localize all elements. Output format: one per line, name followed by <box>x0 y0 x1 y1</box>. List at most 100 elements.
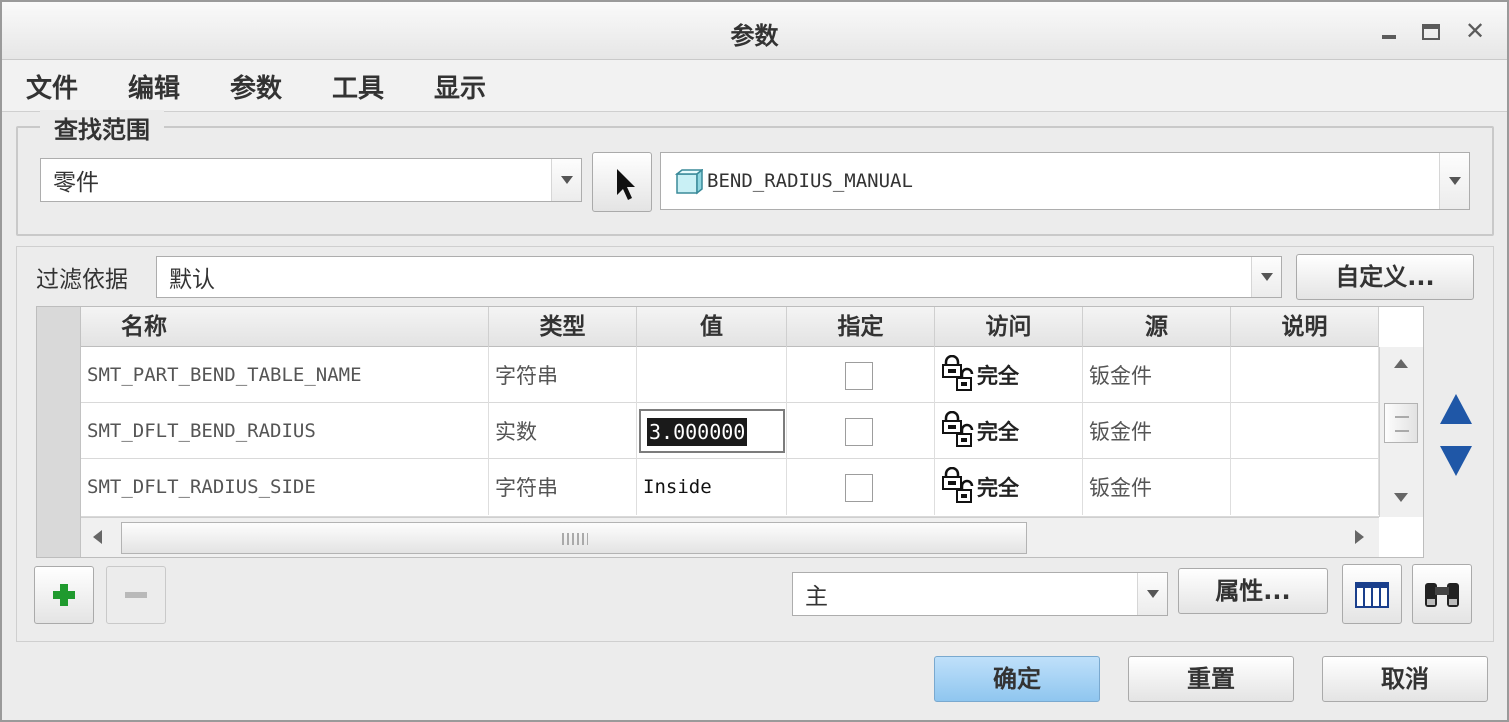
search-button[interactable] <box>1412 564 1472 624</box>
cell-description[interactable] <box>1231 403 1379 459</box>
window-title: 参数 <box>730 22 779 50</box>
scroll-up-icon[interactable] <box>1394 359 1408 368</box>
param-name: SMT_DFLT_BEND_RADIUS <box>87 420 316 442</box>
cell-name[interactable]: SMT_DFLT_RADIUS_SIDE <box>81 459 489 515</box>
scroll-left-icon[interactable] <box>93 530 102 544</box>
model-value: BEND_RADIUS_MANUAL <box>707 170 913 192</box>
table-columns-icon <box>1355 582 1389 608</box>
vertical-scroll-thumb[interactable] <box>1384 403 1418 443</box>
lock-icon <box>942 411 974 447</box>
table-row[interactable]: SMT_DFLT_RADIUS_SIDE 字符串 Inside 完全 钣金件 <box>81 459 1379 517</box>
column-header-source[interactable]: 源 <box>1083 307 1231 347</box>
table-row[interactable]: SMT_PART_BEND_TABLE_NAME 字符串 完全 钣金件 <box>81 347 1379 403</box>
cell-designate <box>787 347 935 403</box>
column-header-designate[interactable]: 指定 <box>787 307 935 347</box>
cell-access: 完全 <box>935 347 1083 403</box>
chevron-down-icon <box>1439 153 1469 209</box>
cell-value[interactable]: 3.000000 <box>637 403 787 459</box>
cell-source: 钣金件 <box>1083 403 1231 459</box>
close-button[interactable]: ✕ <box>1460 16 1490 46</box>
cell-designate <box>787 403 935 459</box>
column-header-access[interactable]: 访问 <box>935 307 1083 347</box>
ok-button[interactable]: 确定 <box>934 656 1100 702</box>
column-header-type[interactable]: 类型 <box>489 307 637 347</box>
horizontal-scroll-thumb[interactable] <box>121 522 1027 554</box>
menu-parameters[interactable]: 参数 <box>230 68 282 105</box>
value-selected-text: 3.000000 <box>647 418 748 446</box>
select-pointer-button[interactable] <box>592 152 652 212</box>
move-up-arrow-icon[interactable] <box>1440 394 1472 424</box>
scroll-right-icon[interactable] <box>1355 530 1364 544</box>
scope-value: 零件 <box>53 170 99 196</box>
chevron-down-icon <box>1137 573 1167 615</box>
maximize-icon <box>1422 24 1440 40</box>
cell-type[interactable]: 字符串 <box>489 347 637 403</box>
column-header-description[interactable]: 说明 <box>1231 307 1379 347</box>
chevron-down-icon <box>551 159 581 201</box>
param-type: 字符串 <box>495 364 558 388</box>
cancel-button[interactable]: 取消 <box>1322 656 1488 702</box>
param-source: 钣金件 <box>1089 420 1152 444</box>
filter-select[interactable]: 默认 <box>156 256 1282 298</box>
cell-value[interactable] <box>637 347 787 403</box>
menu-edit[interactable]: 编辑 <box>128 68 180 105</box>
cell-type[interactable]: 字符串 <box>489 459 637 515</box>
access-value: 完全 <box>977 364 1019 388</box>
parameters-table: 名称 类型 值 指定 访问 源 说明 SMT_PART_BEND_TABLE_N… <box>36 306 1424 558</box>
minimize-button[interactable] <box>1374 16 1404 46</box>
cell-name[interactable]: SMT_DFLT_BEND_RADIUS <box>81 403 489 459</box>
table-row[interactable]: SMT_DFLT_BEND_RADIUS 实数 3.000000 完全 钣金件 <box>81 403 1379 459</box>
access-value: 完全 <box>977 420 1019 444</box>
access-value: 完全 <box>977 476 1019 500</box>
table-vertical-scrollbar[interactable] <box>1379 347 1423 517</box>
table-horizontal-scrollbar[interactable] <box>81 517 1379 557</box>
cell-source: 钣金件 <box>1083 459 1231 515</box>
param-name: SMT_PART_BEND_TABLE_NAME <box>87 364 362 386</box>
param-name: SMT_DFLT_RADIUS_SIDE <box>87 476 316 498</box>
columns-button[interactable] <box>1342 564 1402 624</box>
cell-designate <box>787 459 935 515</box>
move-down-arrow-icon[interactable] <box>1440 446 1472 476</box>
menu-file[interactable]: 文件 <box>26 68 78 105</box>
binoculars-icon <box>1425 583 1459 607</box>
cell-description[interactable] <box>1231 459 1379 515</box>
cell-access: 完全 <box>935 403 1083 459</box>
remove-parameter-button[interactable] <box>106 566 166 624</box>
column-header-name[interactable]: 名称 <box>81 307 489 347</box>
scope-select[interactable]: 零件 <box>40 158 582 202</box>
cell-description[interactable] <box>1231 347 1379 403</box>
designate-checkbox[interactable] <box>845 418 873 446</box>
cell-access: 完全 <box>935 459 1083 515</box>
value-edit-field[interactable]: 3.000000 <box>639 409 785 453</box>
arrow-pointer-icon <box>617 169 635 200</box>
scroll-down-icon[interactable] <box>1394 493 1408 502</box>
maximize-button[interactable] <box>1416 16 1446 46</box>
row-header-column <box>37 307 81 557</box>
minimize-icon <box>1382 35 1396 39</box>
menu-bar: 文件 编辑 参数 工具 显示 <box>2 60 1507 112</box>
reset-button[interactable]: 重置 <box>1128 656 1294 702</box>
customize-button[interactable]: 自定义... <box>1296 254 1474 300</box>
properties-button[interactable]: 属性... <box>1178 568 1328 614</box>
close-icon: ✕ <box>1464 17 1486 45</box>
model-select[interactable]: BEND_RADIUS_MANUAL <box>660 152 1470 210</box>
view-select[interactable]: 主 <box>792 572 1168 616</box>
param-source: 钣金件 <box>1089 476 1152 500</box>
menu-display[interactable]: 显示 <box>434 68 486 105</box>
designate-checkbox[interactable] <box>845 362 873 390</box>
column-header-value[interactable]: 值 <box>637 307 787 347</box>
chevron-down-icon <box>1251 257 1281 297</box>
lock-icon <box>942 355 974 391</box>
menu-tools[interactable]: 工具 <box>332 68 384 105</box>
cube-icon <box>675 169 703 195</box>
title-bar: 参数 ✕ <box>2 2 1507 60</box>
cell-value[interactable]: Inside <box>637 459 787 515</box>
cell-type[interactable]: 实数 <box>489 403 637 459</box>
parameters-dialog: 参数 ✕ 文件 编辑 参数 工具 显示 查找范围 零件 BEND_RADIUS_… <box>0 0 1509 722</box>
add-parameter-button[interactable] <box>34 566 94 624</box>
designate-checkbox[interactable] <box>845 474 873 502</box>
cell-name[interactable]: SMT_PART_BEND_TABLE_NAME <box>81 347 489 403</box>
param-type: 实数 <box>495 420 537 444</box>
lookin-legend: 查找范围 <box>40 110 164 145</box>
view-value: 主 <box>805 584 828 610</box>
